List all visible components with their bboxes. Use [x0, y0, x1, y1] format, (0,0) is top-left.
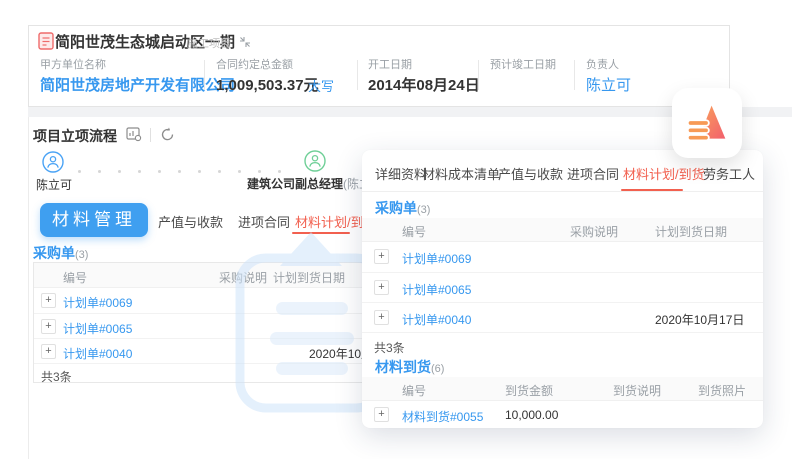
col-header-amount: 到货金额 [505, 382, 553, 399]
panel-purchase-count: (3) [417, 204, 430, 216]
expand-row-button[interactable]: + [41, 293, 56, 308]
field-divider [357, 60, 358, 90]
col-header-photo: 到货照片 [698, 382, 746, 399]
col-header-id: 编号 [402, 223, 426, 240]
start-date-value: 2014年08月24日 [368, 74, 480, 95]
project-document-icon [38, 32, 54, 50]
panel-tab-laborers[interactable]: 劳务工人 [703, 164, 755, 183]
contract-amount: 1,009,503.37元 [216, 74, 319, 95]
panel-table-footer-row: 共3条 [362, 332, 763, 358]
project-detail-panel: 详细资料 材料成本清单 产值与收款 进项合同 材料计划/到货 劳务工人 采购单(… [362, 150, 763, 428]
panel-arrival-count: (6) [431, 363, 444, 375]
purchase-count: (3) [75, 249, 88, 261]
field-label-start-date: 开工日期 [368, 56, 412, 72]
flow-step1-label: 陈立可 [36, 176, 72, 193]
col-header-desc: 采购说明 [570, 223, 618, 240]
plan-date-value: 2020年10月17日 [655, 311, 744, 328]
panel-arrival-header-row: 编号 到货金额 到货说明 到货照片 [362, 377, 763, 401]
refresh-icon[interactable] [160, 127, 175, 142]
panel-tab-output[interactable]: 产值与收款 [498, 164, 563, 183]
brand-logo-card [672, 88, 742, 158]
panel-arrival-title: 材料到货(6) [375, 357, 444, 377]
field-label-finish-date: 预计竣工日期 [490, 56, 556, 72]
col-header-id: 编号 [402, 382, 426, 399]
expand-row-button[interactable]: + [374, 310, 389, 325]
flow-step2-role: 建筑公司副总经理 [247, 177, 343, 191]
panel-tab-details[interactable]: 详细资料 [375, 164, 427, 183]
panel-tab-material-plan-active[interactable]: 材料计划/到货 [623, 164, 705, 183]
purchase-title-text: 采购单 [33, 245, 75, 261]
expand-row-button[interactable]: + [374, 249, 389, 264]
active-tab-underline [292, 232, 350, 234]
material-management-button[interactable]: 材料管理 [40, 203, 148, 237]
field-divider [478, 60, 479, 90]
field-label-owner: 甲方单位名称 [40, 56, 106, 72]
plan-order-link[interactable]: 计划单#0065 [63, 320, 132, 337]
col-header-date: 计划到货日期 [655, 223, 727, 240]
panel-table-row: + 计划单#0069 [362, 242, 763, 272]
arrival-amount-value: 10,000.00 [505, 408, 558, 422]
collapse-icon[interactable] [239, 36, 251, 48]
plan-order-link[interactable]: 计划单#0040 [63, 345, 132, 362]
brand-logo-icon [685, 101, 729, 145]
favorite-star-icon[interactable]: ☆ [222, 32, 234, 48]
plan-order-link[interactable]: 计划单#0069 [402, 250, 471, 267]
expand-row-button[interactable]: + [374, 280, 389, 295]
col-header-desc: 采购说明 [219, 269, 267, 286]
total-count-text: 共3条 [374, 339, 405, 356]
panel-tab-contracts[interactable]: 进项合同 [567, 164, 619, 183]
tab-output-and-receipts[interactable]: 产值与收款 [158, 212, 223, 231]
plan-order-link[interactable]: 计划单#0069 [63, 294, 132, 311]
expand-row-button[interactable]: + [41, 319, 56, 334]
panel-tab-material-cost[interactable]: 材料成本清单 [422, 164, 500, 183]
arrival-order-link[interactable]: 材料到货#0055 [402, 408, 483, 425]
total-count-text: 共3条 [41, 368, 72, 385]
process-section-title: 项目立项流程 [33, 126, 117, 146]
app-screen: 简阳世茂生态城启动区一期 施工项目 ☆ 甲方单位名称 简阳世茂房地产开发有限公司… [0, 0, 792, 459]
panel-active-tab-underline [621, 189, 683, 191]
icon-divider [150, 128, 151, 142]
expand-row-button[interactable]: + [374, 407, 389, 422]
col-header-desc: 到货说明 [613, 382, 661, 399]
amount-in-words-link[interactable]: 大写 [308, 76, 334, 95]
panel-arrival-row: + 材料到货#0055 10,000.00 [362, 401, 763, 428]
flow-user-icon-green [304, 150, 326, 172]
field-label-amount: 合同约定总金额 [216, 56, 293, 72]
tab-incoming-contracts[interactable]: 进项合同 [238, 212, 290, 231]
panel-arrival-title-text: 材料到货 [375, 359, 431, 375]
panel-purchase-title-text: 采购单 [375, 200, 417, 216]
process-chart-icon[interactable] [126, 127, 142, 142]
window-left-border [28, 117, 29, 459]
col-header-date: 计划到货日期 [273, 269, 345, 286]
panel-table-row: + 计划单#0065 [362, 272, 763, 302]
expand-row-button[interactable]: + [41, 344, 56, 359]
purchase-section-title: 采购单(3) [33, 243, 88, 263]
plan-order-link[interactable]: 计划单#0040 [402, 311, 471, 328]
field-divider [204, 60, 205, 90]
col-header-id: 编号 [63, 269, 87, 286]
manager-link[interactable]: 陈立可 [586, 74, 631, 95]
owner-company-link[interactable]: 简阳世茂房地产开发有限公司 [40, 74, 235, 95]
plan-order-link[interactable]: 计划单#0065 [402, 281, 471, 298]
panel-table-row: + 计划单#0040 2020年10月17日 [362, 302, 763, 332]
flow-user-icon-blue [42, 151, 64, 173]
panel-purchase-title: 采购单(3) [375, 198, 430, 218]
panel-table-header-row: 编号 采购说明 计划到货日期 [362, 218, 763, 242]
field-divider [574, 60, 575, 90]
field-label-manager: 负责人 [586, 56, 619, 72]
